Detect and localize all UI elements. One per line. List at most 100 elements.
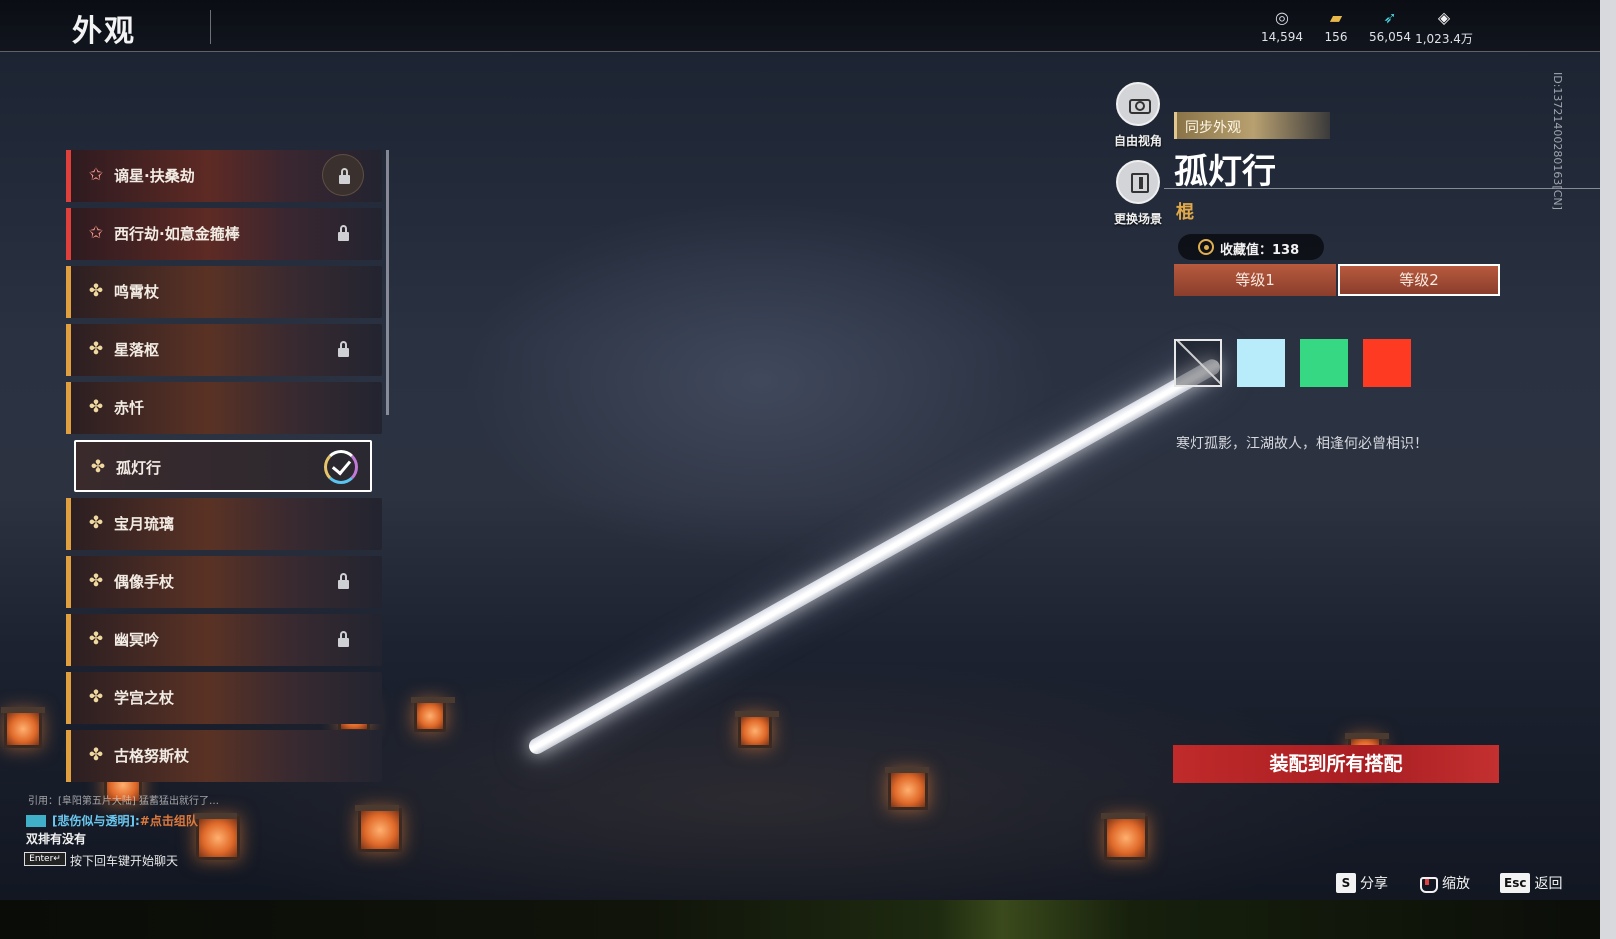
rarity-rail [66,498,71,550]
swatch-none[interactable] [1174,339,1222,387]
flower-icon: ✤ [88,513,104,533]
flower-icon: ✤ [88,687,104,707]
zoom-label: 缩放 [1442,875,1470,892]
jade-coin-icon: ◎ [1275,8,1289,27]
camera-icon [1116,82,1160,126]
lantern [355,805,402,852]
page-title: 外观 [72,14,136,49]
zoom-hint[interactable]: 缩放 [1418,872,1470,893]
list-scrollbar[interactable] [386,150,389,415]
lantern [1101,813,1148,860]
mouse-wheel-icon [1418,874,1438,893]
tab-level-2[interactable]: 等级2 [1338,264,1500,296]
gold-ingot-icon: ▰ [1329,8,1343,27]
currency-diamond: ◈ 1,023.4万 [1414,8,1474,47]
item-name: 星落枢 [114,341,160,359]
item-name: 鸣霄杖 [114,283,160,301]
title-divider [1164,188,1600,189]
share-label: 分享 [1360,875,1388,892]
lantern [1,707,45,748]
star-icon: ✩ [88,165,104,185]
currency-jade: ◎ 14,594 [1252,8,1312,44]
collection-value: 收藏值：138 [1220,243,1300,258]
share-hint[interactable]: S 分享 [1336,872,1388,893]
item-name: 幽冥吟 [114,631,160,649]
rarity-rail [66,730,71,782]
rarity-rail [66,614,71,666]
list-item[interactable]: ✤ 幽冥吟 [66,614,382,666]
list-item[interactable]: ✤ 古格努斯杖 [66,730,382,782]
swatch-color[interactable] [1237,339,1285,387]
esc-key: Esc [1500,872,1531,893]
back-label: 返回 [1534,875,1563,892]
rarity-rail [66,556,71,608]
title-divider [210,10,211,44]
free-view-button[interactable]: 自由视角 [1098,82,1178,149]
lock-icon [332,570,354,592]
player-id: ID:137214002801​63[CN] [1551,72,1564,210]
weapon-type: 棍 [1176,202,1194,223]
rarity-rail [66,382,71,434]
window-edge [1600,0,1616,939]
swatch-color[interactable] [1300,339,1348,387]
item-name: 孤灯行 [116,459,162,477]
swatch-color[interactable] [1363,339,1411,387]
list-item[interactable]: ✤ 偶像手杖 [66,556,382,608]
item-name: 西行劫·如意金箍棒 [114,225,240,243]
flower-icon: ✤ [88,397,104,417]
currency-value: 56,054 [1369,30,1411,44]
list-item[interactable]: ✤ 学宫之杖 [66,672,382,724]
appearance-list[interactable]: ✩ 谪星·扶桑劫 ✩ 西行劫·如意金箍棒 ✤ 鸣霄杖 ✤ 星落枢 ✤ 赤忏 ✤ … [66,150,382,790]
list-item[interactable]: ✩ 西行劫·如意金箍棒 [66,208,382,260]
chat-line: [悲伤似与透明]:#点击组队 [26,810,198,828]
list-item[interactable]: ✤ 鸣霄杖 [66,266,382,318]
list-item[interactable]: ✤ 赤忏 [66,382,382,434]
item-name: 学宫之杖 [114,689,175,707]
equip-all-button[interactable]: 装配到所有搭配 [1173,745,1499,783]
item-name: 谪星·扶桑劫 [114,167,195,185]
lock-icon [332,628,354,650]
currency-gold: ▰ 156 [1306,8,1366,44]
star-icon: ✩ [88,223,104,243]
list-item[interactable]: ✩ 谪星·扶桑劫 [66,150,382,202]
chat-user[interactable]: [悲伤似与透明]: [52,814,140,828]
rarity-rail [66,208,71,260]
collection-icon [1198,239,1214,255]
flower-icon: ✤ [88,281,104,301]
s-key: S [1336,872,1356,893]
list-item[interactable]: ✤ 宝月琉璃 [66,498,382,550]
tab-level-1[interactable]: 等级1 [1174,264,1336,296]
collection-value-pill: 收藏值：138 [1178,234,1324,260]
chat-hint: 按下回车键开始聊天 [70,854,179,868]
flavor-text: 寒灯孤影，江湖故人，相逢何必曾相识！ [1176,436,1428,452]
item-title: 孤灯行 [1174,152,1276,192]
currency-feather: ➶ 56,054 [1360,8,1420,44]
team-tag-icon [26,814,46,827]
chat-quote: 引用：[阜阳第五片大陆] 猛蓄猛出就行了… [28,796,219,807]
top-bar: 外观 ◎ 14,594 ▰ 156 ➶ 56,054 ◈ 1,023.4万 [0,0,1600,52]
currency-value: 156 [1324,30,1348,44]
rarity-rail [66,672,71,724]
free-view-label: 自由视角 [1113,134,1162,148]
sync-badge-label: 同步外观 [1185,120,1241,136]
chat-message: 双排有没有 [26,832,87,846]
flower-icon: ✤ [88,629,104,649]
check-icon [324,450,358,484]
cube-icon [1116,160,1160,204]
change-scene-button[interactable]: 更换场景 [1098,160,1178,227]
rarity-rail [66,266,71,318]
currency-value: 1,023.4万 [1415,32,1473,46]
rarity-rail [66,324,71,376]
list-item[interactable]: ✤ 星落枢 [66,324,382,376]
lantern [411,697,455,732]
chat-panel[interactable]: 引用：[阜阳第五片大陆] 猛蓄猛出就行了… [悲伤似与透明]:#点击组队 双排有… [24,790,264,870]
lock-icon [322,154,364,196]
item-name: 赤忏 [114,399,145,417]
currency-value: 14,594 [1261,30,1303,44]
join-team-link[interactable]: #点击组队 [140,814,198,828]
list-item-selected[interactable]: ✤ 孤灯行 [74,440,372,492]
diamond-token-icon: ◈ [1437,8,1451,27]
item-name: 宝月琉璃 [114,515,175,533]
item-name: 古格努斯杖 [114,747,190,765]
back-hint[interactable]: Esc 返回 [1500,872,1563,893]
